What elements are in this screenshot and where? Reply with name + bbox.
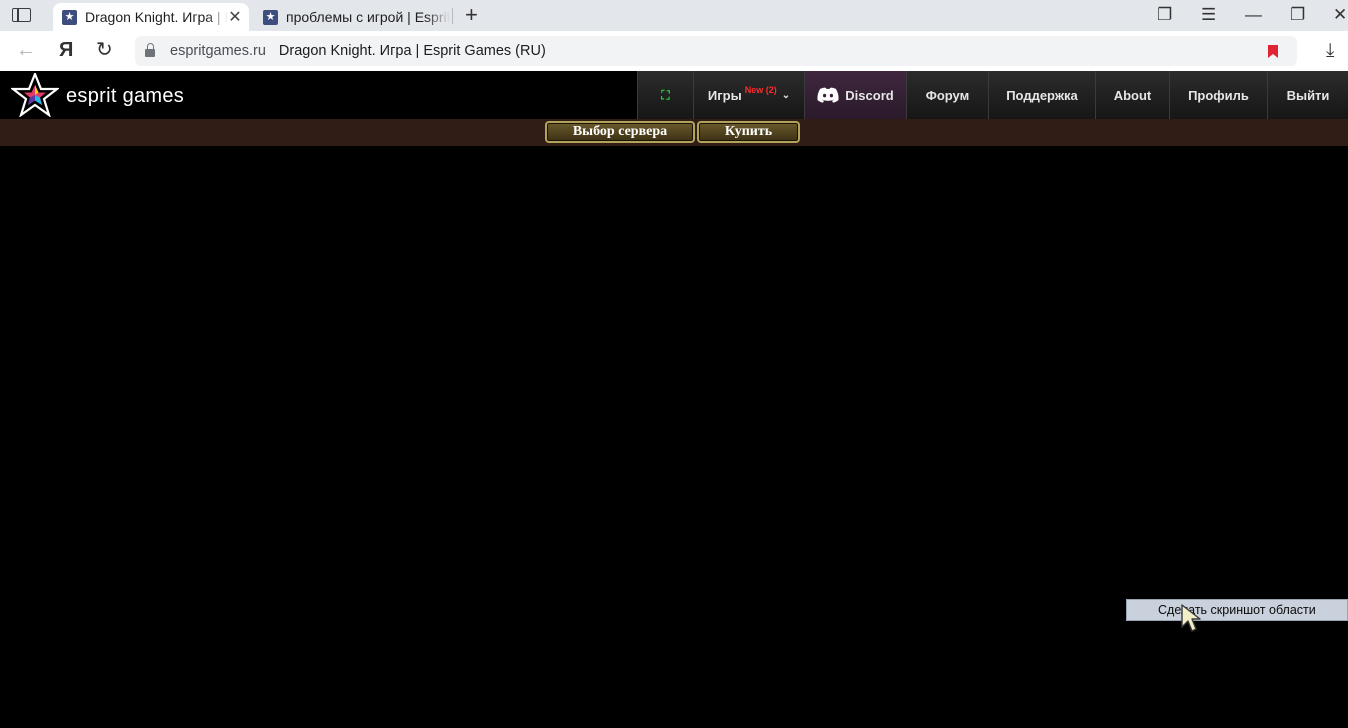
star-favicon-icon: ★ [263,9,278,25]
about-label: About [1113,87,1152,103]
logout-link[interactable]: Выйти [1267,71,1348,119]
collections-icon[interactable]: ❐ [1157,4,1172,26]
star-favicon-icon: ★ [62,9,77,25]
new-badge: New (2) [744,85,777,95]
url-page-title: Dragon Knight. Игра | Esprit Games (RU) [278,43,546,59]
tab-separator [452,8,453,24]
game-toolbar: Выбор сервера Купить [0,119,1348,146]
logout-label: Выйти [1286,87,1330,103]
new-tab-icon[interactable]: + [465,3,478,27]
sidebar-toggle-icon[interactable] [12,8,31,22]
url-domain: espritgames.ru [170,43,266,59]
forum-label: Форум [925,87,970,103]
lock-icon[interactable] [145,43,155,57]
tab-game-problems[interactable]: ★ проблемы с игрой | Esprit Games [254,3,450,31]
yandex-icon[interactable]: Я [59,39,73,61]
discord-link[interactable]: Discord [804,71,906,119]
about-link[interactable]: About [1095,71,1169,119]
game-canvas[interactable] [0,146,1348,728]
support-link[interactable]: Поддержка [988,71,1095,119]
menu-icon[interactable]: ☰ [1201,4,1216,26]
support-label: Поддержка [1006,87,1078,103]
games-menu[interactable]: Игры New (2) ⌄ [693,71,804,119]
profile-link[interactable]: Профиль [1169,71,1267,119]
discord-icon [817,87,839,103]
buy-button[interactable]: Купить [697,121,800,143]
server-select-button[interactable]: Выбор сервера [545,121,695,143]
download-icon[interactable]: ⤓ [1326,40,1334,62]
forum-link[interactable]: Форум [906,71,988,119]
tab-dragon-knight[interactable]: ★ Dragon Knight. Игра | Esprit Games (RU… [53,3,249,31]
bookmark-icon[interactable] [1268,45,1278,58]
url-field[interactable]: espritgames.ru Dragon Knight. Игра | Esp… [135,36,1297,66]
address-bar: ← Я ↻ espritgames.ru Dragon Knight. Игра… [0,31,1348,71]
tab-close-icon[interactable]: ✕ [228,7,242,27]
browser-tab-bar: ★ Dragon Knight. Игра | Esprit Games (RU… [0,0,1348,31]
restore-icon[interactable]: ❐ [1290,4,1305,26]
back-arrow-icon[interactable]: ← [16,39,36,61]
discord-label: Discord [845,87,894,103]
fullscreen-icon: ⛶ [661,87,670,102]
chevron-down-icon: ⌄ [781,89,791,101]
fullscreen-button[interactable]: ⛶ [637,71,693,119]
tab-title: проблемы с игрой | Esprit Games [286,9,450,25]
site-header: esprit games ⛶ Игры New (2) ⌄ Discord Фо… [0,71,1348,119]
logo-text[interactable]: esprit games [66,85,184,108]
tab-title: Dragon Knight. Игра | Esprit Games (RU) [85,9,228,25]
profile-label: Профиль [1188,87,1249,103]
minimize-icon[interactable]: — [1245,4,1262,26]
esprit-star-logo-icon[interactable] [11,73,59,117]
window-close-icon[interactable]: ✕ [1333,4,1347,26]
take-area-screenshot-menu-item[interactable]: Сделать скриншот области [1126,599,1348,621]
games-label: Игры [707,87,742,103]
reload-icon[interactable]: ↻ [96,39,113,61]
mouse-cursor-icon [1181,604,1201,632]
